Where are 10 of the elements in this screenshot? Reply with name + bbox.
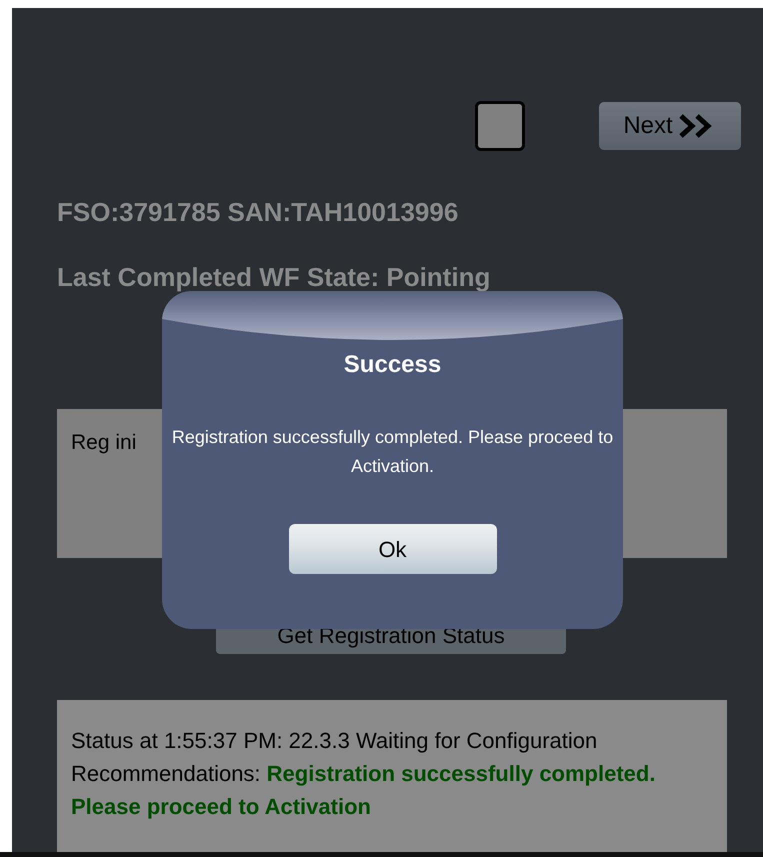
dialog-message: Registration successfully completed. Please proceed to Activation.: [170, 426, 614, 478]
device-ids: FSO:3791785 SAN:TAH10013996: [57, 196, 460, 229]
last-state: Last Completed WF State: Pointing: [57, 261, 492, 294]
dialog-title: Success: [344, 350, 442, 380]
registration-text: Reg ini: [71, 431, 136, 454]
status-text: Status at 1:55:37 PM: 22.3.3 Waiting for Configuration: [71, 727, 598, 755]
checkbox[interactable]: [475, 101, 525, 151]
recommendation-text: Recommendations: Registration successfully completed. Please proceed to Activation: [71, 760, 656, 821]
ok-button[interactable]: Ok: [288, 524, 496, 574]
next-button[interactable]: Next: [599, 102, 741, 150]
